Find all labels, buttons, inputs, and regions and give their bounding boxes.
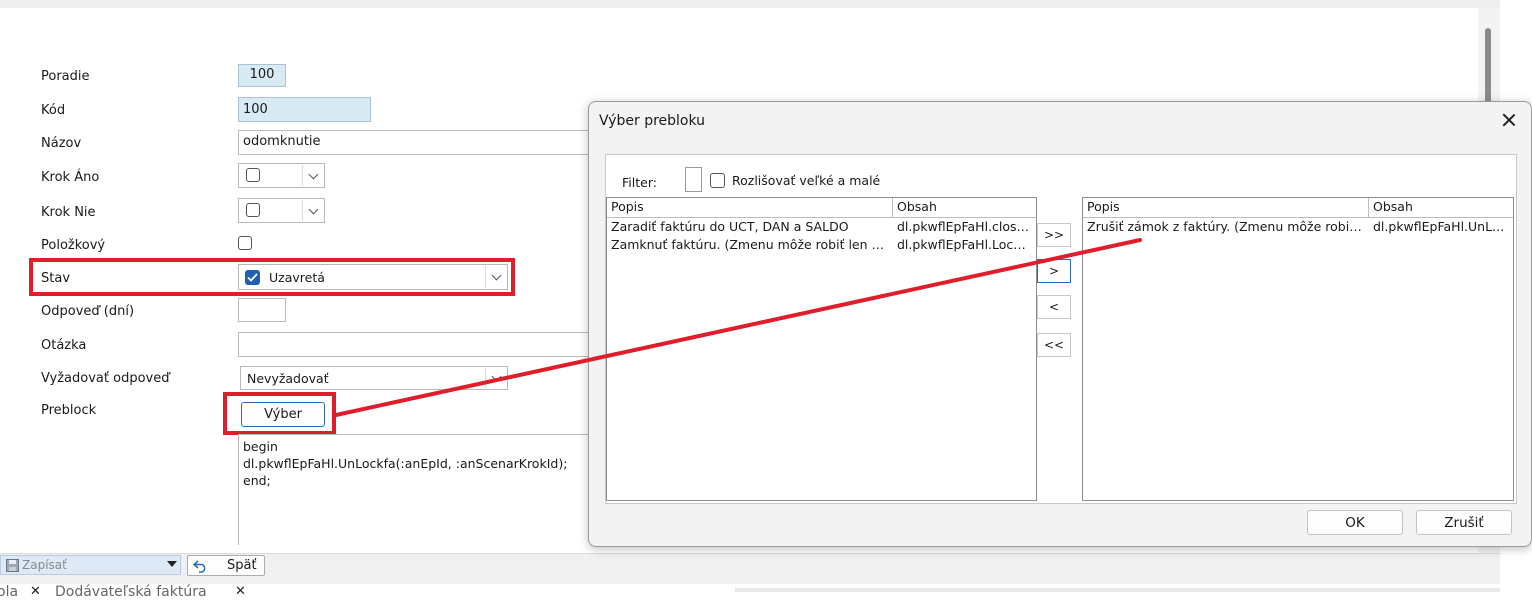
- back-label: Späť: [227, 558, 257, 573]
- back-button[interactable]: Späť: [187, 555, 265, 576]
- krok-ano-checkbox[interactable]: [246, 168, 260, 182]
- filter-label: Filter:: [622, 175, 657, 190]
- tab-label[interactable]: ola: [0, 584, 18, 600]
- cancel-button[interactable]: Zrušiť: [1416, 510, 1512, 535]
- label-polozkovy: Položkový: [41, 238, 106, 253]
- save-split-button[interactable]: Zapísať: [0, 555, 181, 575]
- column-header-popis[interactable]: Popis: [1083, 198, 1369, 217]
- cell-obsah: dl.pkwflEpFaHl.closef…: [897, 219, 1036, 234]
- tab-close-icon[interactable]: ✕: [235, 584, 246, 599]
- grid-header: Popis Obsah: [1083, 198, 1513, 218]
- save-icon: [6, 559, 19, 572]
- available-preblocks-grid[interactable]: Popis Obsah Zaradiť faktúru do UCT, DAN …: [606, 197, 1037, 501]
- move-all-left-button[interactable]: <<: [1037, 333, 1071, 357]
- cell-obsah: dl.pkwflEpFaHl.Lockf…: [897, 237, 1036, 252]
- table-row[interactable]: Zamknuť faktúru. (Zmenu môže robiť len o…: [607, 236, 1036, 254]
- grid-header: Popis Obsah: [607, 198, 1036, 218]
- horizontal-scrollbar[interactable]: [735, 588, 1500, 592]
- poradie-field[interactable]: 100: [238, 64, 286, 87]
- save-label: Zapísať: [22, 558, 67, 572]
- chevron-down-icon: [491, 371, 501, 382]
- krok-nie-combo[interactable]: [238, 198, 325, 223]
- tab-close-icon[interactable]: ✕: [30, 584, 41, 599]
- chevron-down-icon: [308, 169, 318, 179]
- cell-popis: Zamknuť faktúru. (Zmenu môže robiť len o…: [611, 237, 893, 252]
- case-sensitive-label: Rozlišovať veľké a malé: [732, 173, 881, 188]
- annotation-box-vyber: [223, 392, 336, 435]
- table-row[interactable]: Zaradiť faktúru do UCT, DAN a SALDO dl.p…: [607, 218, 1036, 236]
- label-krok-ano: Krok Áno: [41, 170, 100, 185]
- close-icon[interactable]: [1499, 110, 1519, 130]
- column-header-popis[interactable]: Popis: [607, 198, 893, 217]
- label-preblock: Preblock: [41, 403, 97, 418]
- top-strip: [0, 0, 1500, 8]
- ok-button[interactable]: OK: [1307, 510, 1403, 535]
- code-line: end;: [243, 473, 271, 488]
- chevron-down-icon: [308, 204, 318, 214]
- label-kod: Kód: [41, 103, 66, 118]
- column-header-obsah[interactable]: Obsah: [1369, 198, 1513, 217]
- otazka-field[interactable]: [238, 332, 598, 357]
- odpoved-field[interactable]: [238, 298, 286, 322]
- cell-obsah: dl.pkwflEpFaHl.UnLo…: [1373, 219, 1512, 234]
- filter-input[interactable]: [685, 167, 702, 192]
- tab-label[interactable]: Dodávateľská faktúra: [55, 584, 207, 600]
- kod-field[interactable]: 100: [238, 97, 371, 122]
- nazov-field[interactable]: odomknutie: [238, 130, 598, 155]
- document-tabs: ola ✕ Dodávateľská faktúra ✕: [0, 584, 725, 600]
- krok-ano-combo[interactable]: [238, 163, 325, 188]
- krok-ano-dropdown[interactable]: [302, 165, 323, 186]
- column-header-obsah[interactable]: Obsah: [893, 198, 1036, 217]
- move-all-right-button[interactable]: >>: [1037, 223, 1071, 247]
- selected-preblocks-grid[interactable]: Popis Obsah Zrušiť zámok z faktúry. (Zme…: [1082, 197, 1514, 501]
- annotation-box-stav: [29, 258, 515, 296]
- polozkovy-checkbox[interactable]: [238, 236, 252, 250]
- code-line: dl.pkwflEpFaHl.UnLockfa(:anEpId, :anScen…: [243, 456, 568, 471]
- krok-nie-dropdown[interactable]: [302, 200, 323, 221]
- dialog-title: Výber prebloku: [599, 113, 706, 129]
- cell-popis: Zrušiť zámok z faktúry. (Zmenu môže robi…: [1087, 219, 1369, 234]
- undo-icon: [193, 560, 206, 573]
- label-krok-nie: Krok Nie: [41, 205, 96, 220]
- preblock-code-editor[interactable]: begin dl.pkwflEpFaHl.UnLockfa(:anEpId, :…: [238, 434, 599, 545]
- label-otazka: Otázka: [41, 338, 87, 353]
- case-sensitive-checkbox[interactable]: [710, 173, 725, 188]
- label-nazov: Názov: [41, 136, 82, 151]
- move-right-button[interactable]: >: [1037, 259, 1071, 283]
- table-row[interactable]: Zrušiť zámok z faktúry. (Zmenu môže robi…: [1083, 218, 1513, 236]
- vyber-prebloku-dialog: Výber prebloku Filter: Rozlišovať veľké …: [588, 101, 1532, 547]
- dialog-panel: Filter: Rozlišovať veľké a malé Popis Ob…: [605, 154, 1517, 504]
- vyzadovat-dropdown[interactable]: [485, 368, 506, 388]
- label-poradie: Poradie: [41, 69, 90, 84]
- label-vyzadovat: Vyžadovať odpoveď: [41, 371, 170, 386]
- vyzadovat-combo[interactable]: Nevyžadovať: [240, 366, 508, 390]
- krok-nie-checkbox[interactable]: [246, 203, 260, 217]
- caret-down-icon[interactable]: [167, 561, 177, 568]
- code-line: begin: [243, 439, 278, 454]
- move-left-button[interactable]: <: [1037, 295, 1071, 319]
- cell-popis: Zaradiť faktúru do UCT, DAN a SALDO: [611, 219, 849, 234]
- vyzadovat-value: Nevyžadovať: [247, 371, 329, 386]
- label-odpoved: Odpoveď (dní): [41, 304, 135, 319]
